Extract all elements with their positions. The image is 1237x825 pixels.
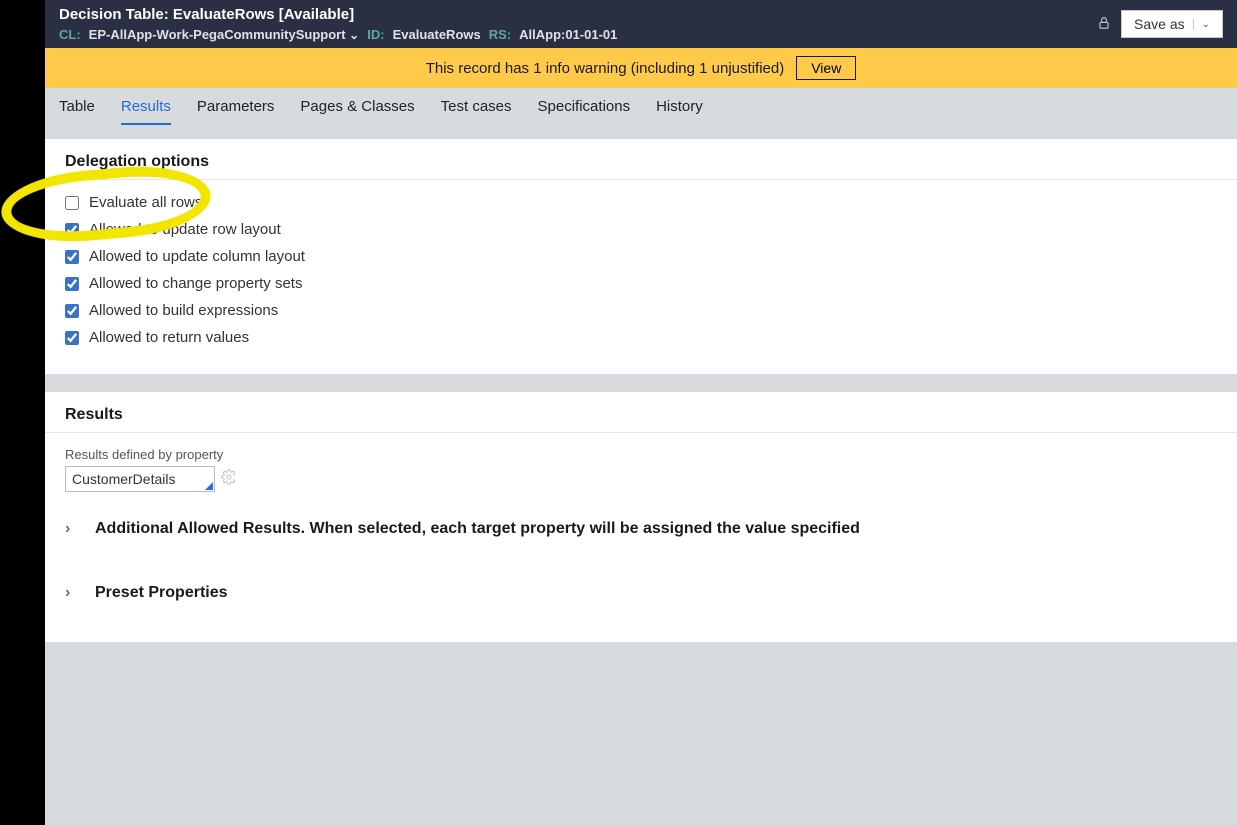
rule-meta: CL: EP-AllApp-Work-PegaCommunitySupport … — [59, 27, 1097, 42]
checkbox-return-values[interactable] — [65, 331, 79, 345]
option-build-expressions: Allowed to build expressions — [65, 302, 1217, 319]
checkbox-build-expressions[interactable] — [65, 304, 79, 318]
option-label: Allowed to update column layout — [89, 248, 305, 265]
tab-specifications[interactable]: Specifications — [538, 98, 631, 125]
option-update-row-layout: Allowed to update row layout — [65, 221, 1217, 238]
results-title: Results — [65, 406, 1217, 424]
checkbox-evaluate-all-rows[interactable] — [65, 196, 79, 210]
cl-value[interactable]: EP-AllApp-Work-PegaCommunitySupport ⌄ — [89, 27, 360, 42]
warning-text: This record has 1 info warning (includin… — [426, 60, 785, 77]
option-label: Allowed to update row layout — [89, 221, 281, 238]
expander-label: Additional Allowed Results. When selecte… — [95, 520, 860, 538]
checkbox-update-column-layout[interactable] — [65, 250, 79, 264]
view-warning-button[interactable]: View — [796, 56, 856, 80]
rule-header: Decision Table: EvaluateRows [Available]… — [45, 0, 1237, 48]
lock-icon[interactable] — [1097, 16, 1111, 33]
option-label: Evaluate all rows — [89, 194, 202, 211]
chevron-right-icon: › — [65, 520, 77, 538]
chevron-down-icon[interactable]: ⌄ — [349, 28, 359, 42]
cl-label: CL: — [59, 27, 81, 42]
gear-icon[interactable] — [221, 469, 237, 490]
page-title: Decision Table: EvaluateRows [Available] — [59, 6, 1097, 23]
option-return-values: Allowed to return values — [65, 329, 1217, 346]
chevron-right-icon: › — [65, 584, 77, 602]
expander-preset-properties[interactable]: › Preset Properties — [65, 584, 1217, 602]
option-update-column-layout: Allowed to update column layout — [65, 248, 1217, 265]
option-label: Allowed to build expressions — [89, 302, 278, 319]
tab-history[interactable]: History — [656, 98, 703, 125]
expander-label: Preset Properties — [95, 584, 228, 602]
tab-results[interactable]: Results — [121, 98, 171, 125]
checkbox-update-row-layout[interactable] — [65, 223, 79, 237]
expander-additional-allowed-results[interactable]: › Additional Allowed Results. When selec… — [65, 520, 1217, 538]
empty-area — [45, 642, 1237, 802]
results-property-input[interactable]: CustomerDetails — [65, 466, 215, 492]
chevron-down-icon[interactable]: ⌄ — [1193, 19, 1210, 30]
checkbox-change-property-sets[interactable] — [65, 277, 79, 291]
tab-parameters[interactable]: Parameters — [197, 98, 275, 125]
rs-value: AllApp:01-01-01 — [519, 27, 617, 42]
tab-table[interactable]: Table — [59, 98, 95, 125]
delegation-title: Delegation options — [65, 153, 1217, 171]
rs-label: RS: — [489, 27, 511, 42]
id-value: EvaluateRows — [393, 27, 481, 42]
option-change-property-sets: Allowed to change property sets — [65, 275, 1217, 292]
id-label: ID: — [367, 27, 384, 42]
option-label: Allowed to return values — [89, 329, 249, 346]
option-label: Allowed to change property sets — [89, 275, 302, 292]
option-evaluate-all-rows: Evaluate all rows — [65, 194, 1217, 211]
delegation-panel: Delegation options Evaluate all rows All… — [45, 139, 1237, 374]
results-panel: Results Results defined by property Cust… — [45, 392, 1237, 642]
save-as-button[interactable]: Save as ⌄ — [1121, 10, 1223, 38]
results-field-label: Results defined by property — [65, 447, 1217, 462]
tab-test-cases[interactable]: Test cases — [441, 98, 512, 125]
warning-bar: This record has 1 info warning (includin… — [45, 48, 1237, 88]
tab-pages-classes[interactable]: Pages & Classes — [300, 98, 414, 125]
tab-strip: Table Results Parameters Pages & Classes… — [45, 88, 1237, 125]
